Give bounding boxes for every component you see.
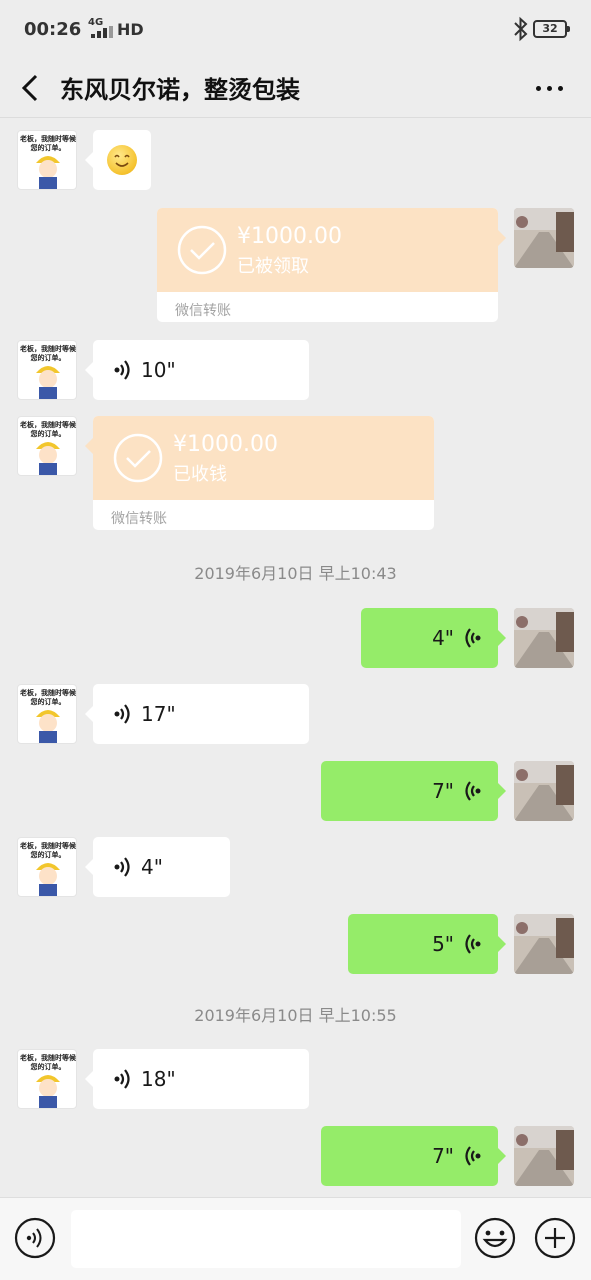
- voice-message-out[interactable]: 7": [321, 1126, 506, 1186]
- voice-wave-icon: [114, 857, 130, 877]
- check-circle-icon: [177, 225, 227, 275]
- plus-icon[interactable]: [534, 1217, 576, 1259]
- cartoon-worker-icon: [36, 1075, 60, 1108]
- voice-message-in[interactable]: 4": [85, 837, 230, 897]
- cartoon-worker-icon: [36, 863, 60, 896]
- voice-message-in[interactable]: 10": [85, 340, 309, 400]
- voice-message-out[interactable]: 4": [361, 608, 506, 668]
- voice-mode-icon[interactable]: [14, 1217, 56, 1259]
- cartoon-worker-icon: [36, 442, 60, 475]
- transfer-amount: ¥1000.00: [237, 224, 342, 249]
- street-photo-icon: [514, 1126, 574, 1186]
- voice-duration: 7": [432, 779, 454, 803]
- cartoon-worker-icon: [36, 366, 60, 399]
- voice-duration: 5": [432, 932, 454, 956]
- emoji-message[interactable]: [85, 130, 151, 190]
- voice-duration: 10": [141, 358, 176, 382]
- my-avatar[interactable]: [514, 608, 574, 668]
- street-photo-icon: [514, 608, 574, 668]
- transfer-card-out[interactable]: ¥1000.00 已被领取 微信转账: [157, 208, 498, 322]
- voice-wave-icon: [114, 1069, 130, 1089]
- more-dots-icon[interactable]: [532, 76, 566, 100]
- my-avatar[interactable]: [514, 914, 574, 974]
- voice-wave-icon: [114, 360, 130, 380]
- bluetooth-icon: [514, 16, 528, 42]
- voice-wave-icon: [114, 704, 130, 724]
- voice-wave-icon: [465, 1146, 481, 1166]
- street-photo-icon: [514, 914, 574, 974]
- voice-duration: 7": [432, 1144, 454, 1168]
- voice-duration: 17": [141, 702, 176, 726]
- status-time: 00:26: [24, 19, 82, 40]
- voice-message-out[interactable]: 5": [348, 914, 506, 974]
- contact-avatar[interactable]: 老板，我随时等候您的订单。: [17, 837, 77, 897]
- voice-duration: 4": [141, 855, 163, 879]
- voice-message-in[interactable]: 18": [85, 1049, 309, 1109]
- message-timestamp: 2019年6月10日 早上10:55: [194, 1006, 397, 1025]
- voice-message-out[interactable]: 7": [321, 761, 506, 821]
- contact-avatar[interactable]: 老板，我随时等候您的订单。: [17, 684, 77, 744]
- contact-avatar[interactable]: 老板，我随时等候您的订单。: [17, 1049, 77, 1109]
- hd-badge: HD: [117, 20, 144, 39]
- message-list[interactable]: 老板，我随时等候您的订单。 ¥1000.00 已被领取 微信转账 老板，我随时等…: [0, 118, 591, 1197]
- message-timestamp: 2019年6月10日 早上10:43: [194, 564, 397, 583]
- chevron-left-icon[interactable]: [14, 66, 46, 110]
- voice-wave-icon: [465, 628, 481, 648]
- voice-duration: 4": [432, 626, 454, 650]
- status-bar: 00:26 4G HD 32: [0, 0, 591, 58]
- my-avatar[interactable]: [514, 1126, 574, 1186]
- signal-icon: [91, 26, 113, 38]
- my-avatar[interactable]: [514, 761, 574, 821]
- voice-duration: 18": [141, 1067, 176, 1091]
- smiling-face-emoji-icon: [107, 145, 137, 175]
- chat-title: 东风贝尔诺，整烫包装: [60, 76, 300, 104]
- voice-wave-icon: [465, 934, 481, 954]
- voice-message-in[interactable]: 17": [85, 684, 309, 744]
- transfer-card-in[interactable]: ¥1000.00 已收钱 微信转账: [93, 416, 434, 530]
- my-avatar[interactable]: [514, 208, 574, 268]
- input-bar: [0, 1197, 591, 1280]
- contact-avatar[interactable]: 老板，我随时等候您的订单。: [17, 340, 77, 400]
- cartoon-worker-icon: [36, 710, 60, 743]
- cartoon-worker-icon: [36, 156, 60, 189]
- chat-header: 东风贝尔诺，整烫包装: [0, 58, 591, 118]
- transfer-status: 已收钱: [173, 464, 227, 485]
- contact-avatar[interactable]: 老板，我随时等候您的订单。: [17, 130, 77, 190]
- street-photo-icon: [514, 761, 574, 821]
- check-circle-icon: [113, 433, 163, 483]
- battery-level: 32: [542, 22, 558, 35]
- voice-wave-icon: [465, 781, 481, 801]
- contact-avatar[interactable]: 老板，我随时等候您的订单。: [17, 416, 77, 476]
- street-photo-icon: [514, 208, 574, 268]
- transfer-label: 微信转账: [175, 303, 231, 319]
- transfer-amount: ¥1000.00: [173, 432, 278, 457]
- battery-icon: 32: [533, 20, 570, 38]
- message-input[interactable]: [71, 1210, 461, 1268]
- transfer-status: 已被领取: [237, 256, 309, 277]
- emoji-icon[interactable]: [474, 1217, 516, 1259]
- transfer-label: 微信转账: [111, 511, 167, 527]
